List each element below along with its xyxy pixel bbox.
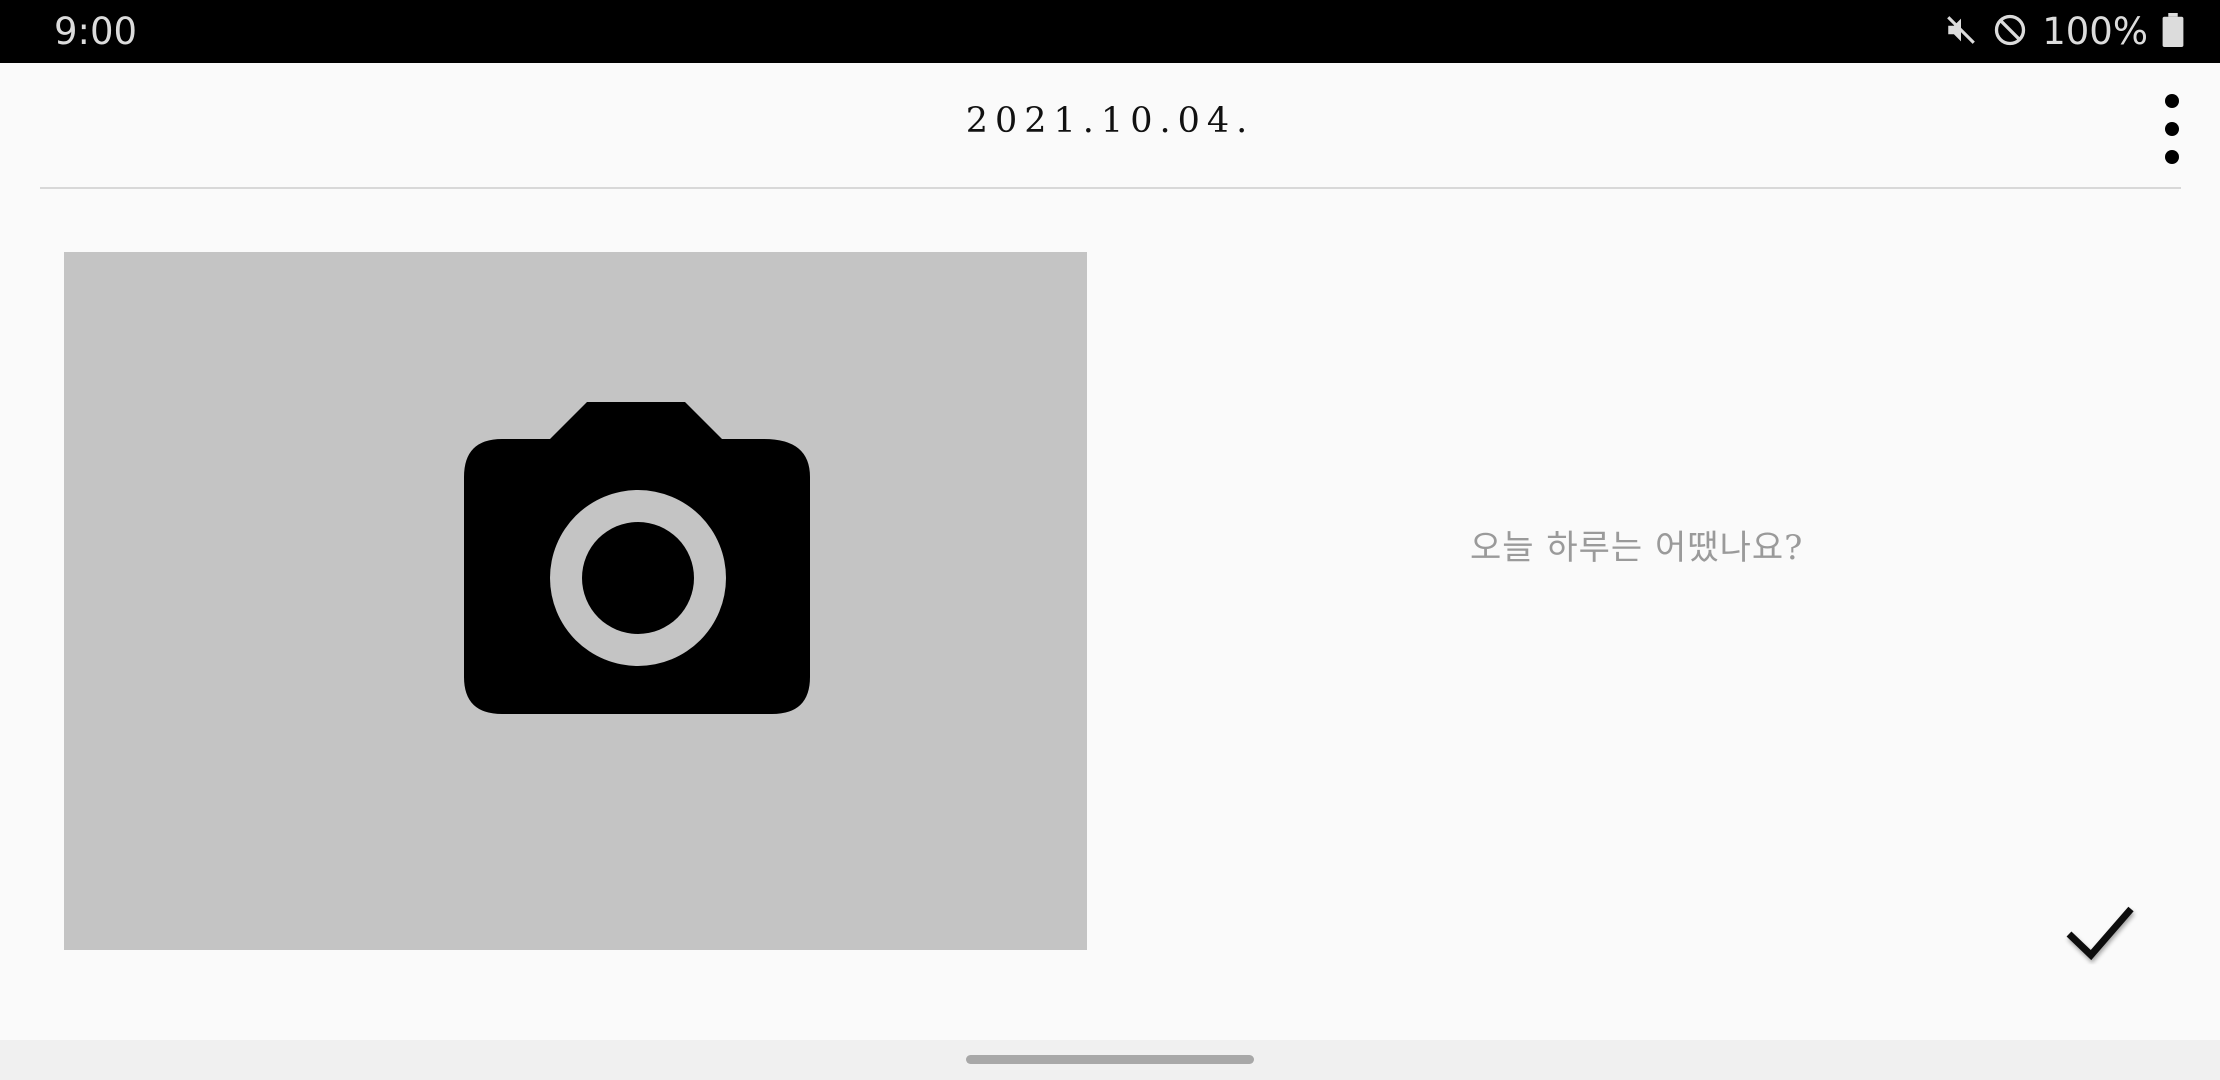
diary-text-input[interactable]: 오늘 하루는 어땠나요? [1470, 520, 1803, 569]
header-divider [40, 187, 2181, 189]
battery-percent: 100% [2042, 10, 2148, 53]
app-bar: 2021.10.04. [0, 63, 2220, 189]
more-dot [2165, 122, 2179, 136]
battery-icon [2162, 13, 2184, 51]
home-indicator[interactable] [966, 1055, 1254, 1064]
navigation-bar [0, 1040, 2220, 1080]
more-vert-icon [2165, 94, 2179, 108]
diary-date-title: 2021.10.04. [965, 101, 1255, 141]
photo-picker[interactable] [64, 252, 1087, 950]
status-bar: 9:00 100% [0, 0, 2220, 63]
confirm-button[interactable] [2055, 895, 2145, 975]
mute-icon [1944, 13, 1978, 51]
status-time: 9:00 [54, 10, 138, 53]
camera-icon [464, 402, 810, 714]
do-not-disturb-icon [1992, 12, 2028, 52]
more-dot [2165, 150, 2179, 164]
check-icon [2066, 906, 2134, 961]
more-options-button[interactable] [2132, 81, 2212, 177]
diary-screen: 9:00 100% 2021.10.04. 오늘 하루는 어땠나요? [0, 0, 2220, 1080]
status-icons: 100% [1944, 10, 2184, 54]
